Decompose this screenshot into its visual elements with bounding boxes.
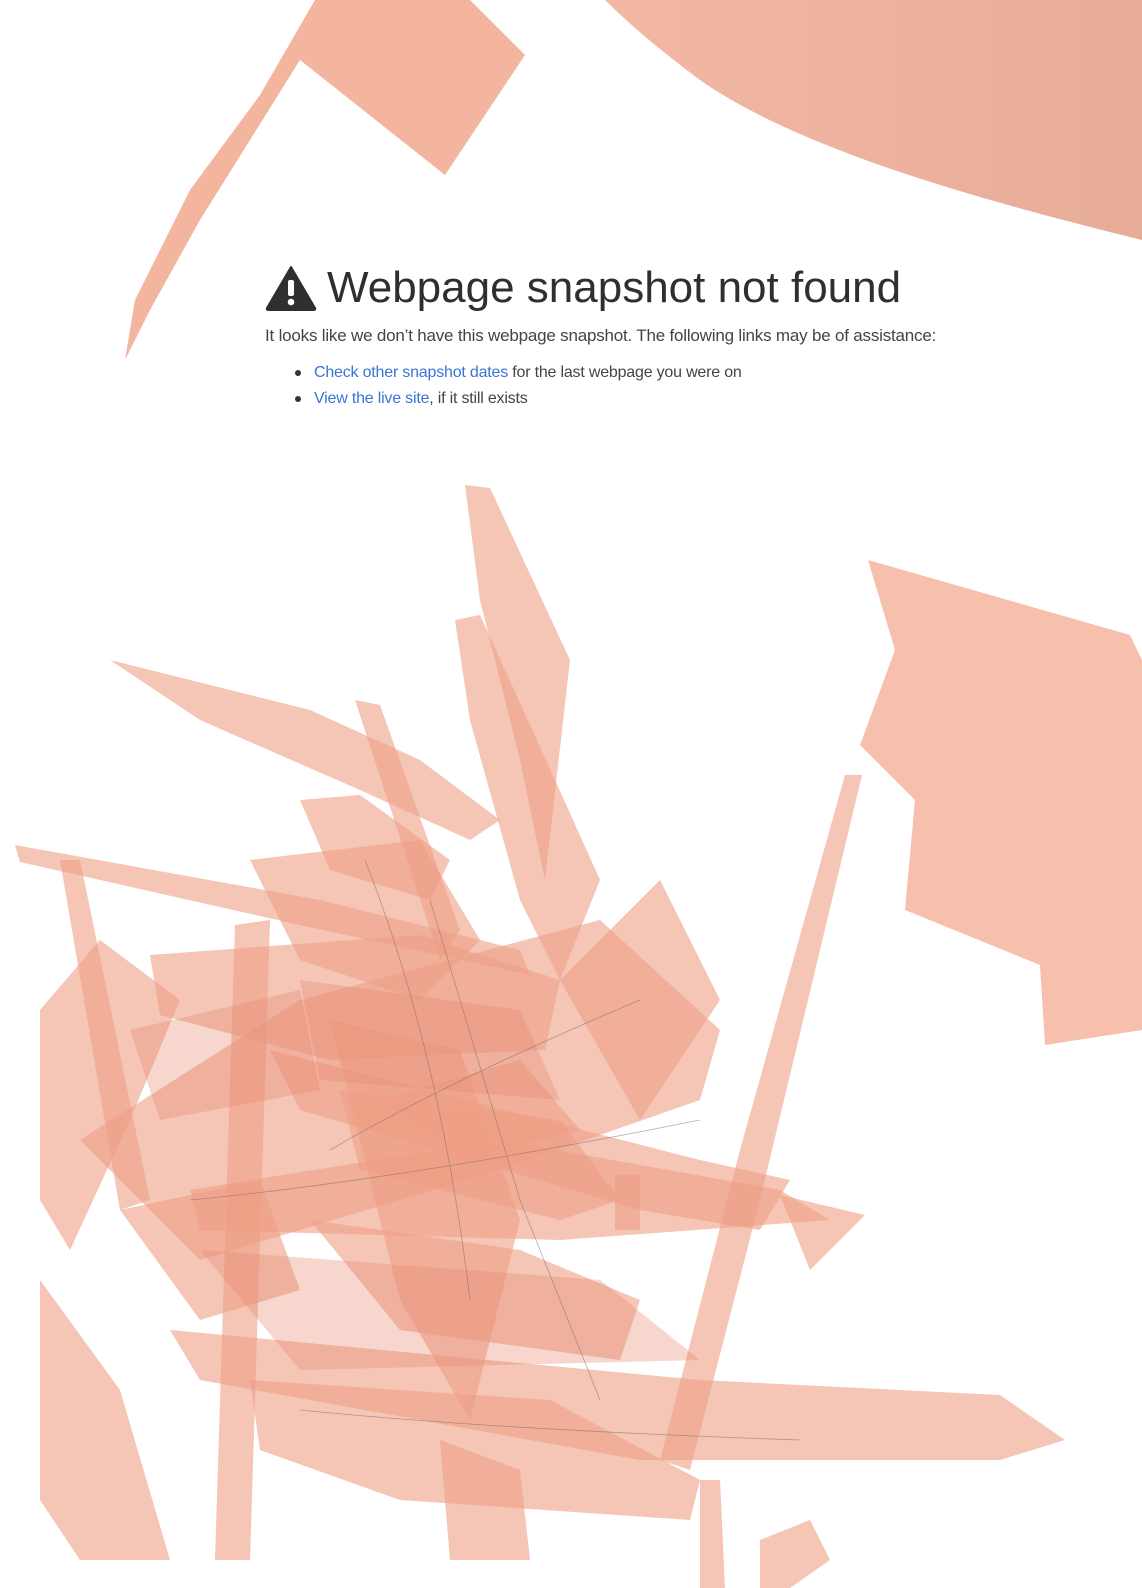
intro-text: It looks like we don’t have this webpage… bbox=[265, 326, 937, 345]
background-collage-art bbox=[15, 0, 1142, 1588]
warning-icon bbox=[265, 266, 317, 311]
error-message-panel: Webpage snapshot not found It looks like… bbox=[265, 258, 985, 412]
assistance-links-list: Check other snapshot dates for the last … bbox=[265, 360, 985, 412]
list-item-text: for the last webpage you were on bbox=[508, 364, 742, 381]
list-item: Check other snapshot dates for the last … bbox=[295, 360, 985, 386]
bullet-icon bbox=[295, 396, 301, 402]
page-title: Webpage snapshot not found bbox=[327, 263, 902, 312]
list-item: View the live site, if it still exists bbox=[295, 386, 985, 412]
view-live-site-link[interactable]: View the live site bbox=[314, 390, 429, 407]
bullet-icon bbox=[295, 370, 301, 376]
top-right-arc bbox=[605, 0, 1142, 240]
check-other-snapshot-dates-link[interactable]: Check other snapshot dates bbox=[314, 364, 508, 381]
page: Webpage snapshot not found It looks like… bbox=[0, 0, 1142, 1588]
list-item-text: , if it still exists bbox=[429, 390, 528, 407]
right-block bbox=[860, 560, 1142, 1045]
title-row: Webpage snapshot not found bbox=[265, 258, 985, 318]
